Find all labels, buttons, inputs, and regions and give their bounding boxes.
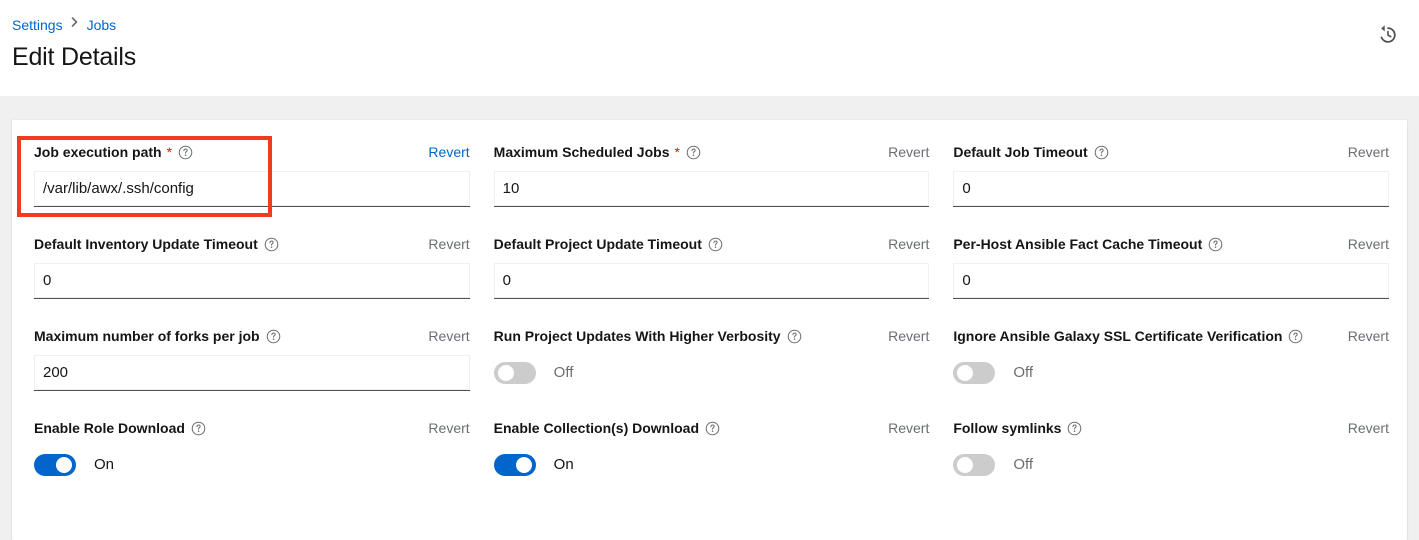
field-header: Maximum number of forks per job Revert	[34, 326, 470, 346]
field-label: Maximum Scheduled Jobs	[494, 142, 670, 162]
page-header: Settings Jobs Edit Details	[0, 0, 1419, 96]
form-field-maximum-number-of-forks-per-job: Maximum number of forks per job Revert	[34, 326, 470, 418]
field-header: Job execution path * Revert	[34, 142, 470, 162]
form-field-default-inventory-update-timeout: Default Inventory Update Timeout Revert	[34, 234, 470, 326]
revert-button-follow-symlinks[interactable]: Revert	[1348, 418, 1389, 438]
toggle-switch-run-project-updates-with-higher-verbosity[interactable]	[494, 362, 536, 384]
text-input-default-inventory-update-timeout[interactable]	[34, 263, 470, 299]
toggle-row: Off	[953, 447, 1389, 483]
field-label: Maximum number of forks per job	[34, 326, 260, 346]
revert-button-run-project-updates-with-higher-verbosity[interactable]: Revert	[888, 326, 929, 346]
form-field-follow-symlinks: Follow symlinks Revert Off	[953, 418, 1389, 510]
toggle-knob	[957, 457, 973, 473]
page-title: Edit Details	[12, 41, 1403, 73]
toggle-switch-enable-role-download[interactable]	[34, 454, 76, 476]
toggle-knob	[498, 365, 514, 381]
toggle-row: On	[494, 447, 930, 483]
revert-button-default-inventory-update-timeout[interactable]: Revert	[428, 234, 469, 254]
history-icon[interactable]	[1375, 22, 1401, 48]
text-input-maximum-scheduled-jobs[interactable]	[494, 171, 930, 207]
toggle-state-label: Off	[1013, 455, 1033, 475]
form-field-ignore-ansible-galaxy-ssl-certificate-verification: Ignore Ansible Galaxy SSL Certificate Ve…	[953, 326, 1389, 418]
toggle-knob	[56, 457, 72, 473]
help-circle-icon[interactable]	[1067, 421, 1082, 436]
revert-button-default-job-timeout[interactable]: Revert	[1348, 142, 1389, 162]
field-header: Ignore Ansible Galaxy SSL Certificate Ve…	[953, 326, 1389, 346]
field-header: Per-Host Ansible Fact Cache Timeout Reve…	[953, 234, 1389, 254]
help-circle-icon[interactable]	[191, 421, 206, 436]
toggle-state-label: On	[94, 455, 114, 475]
toggle-state-label: Off	[1013, 363, 1033, 383]
toggle-state-label: Off	[554, 363, 574, 383]
revert-button-enable-collections-download[interactable]: Revert	[888, 418, 929, 438]
breadcrumb: Settings Jobs	[12, 16, 1403, 34]
field-label: Ignore Ansible Galaxy SSL Certificate Ve…	[953, 326, 1282, 346]
settings-card: Job execution path * Revert Maximum Sche…	[12, 120, 1407, 540]
required-indicator: *	[167, 142, 172, 162]
required-indicator: *	[674, 142, 679, 162]
field-header: Enable Role Download Revert	[34, 418, 470, 438]
form-field-run-project-updates-with-higher-verbosity: Run Project Updates With Higher Verbosit…	[494, 326, 930, 418]
toggle-row: Off	[953, 355, 1389, 391]
toggle-switch-follow-symlinks[interactable]	[953, 454, 995, 476]
toggle-row: Off	[494, 355, 930, 391]
toggle-switch-ignore-ansible-galaxy-ssl-certificate-verification[interactable]	[953, 362, 995, 384]
field-label: Default Job Timeout	[953, 142, 1087, 162]
revert-button-maximum-scheduled-jobs[interactable]: Revert	[888, 142, 929, 162]
text-input-default-job-timeout[interactable]	[953, 171, 1389, 207]
form-field-enable-collections-download: Enable Collection(s) Download Revert On	[494, 418, 930, 510]
toggle-knob	[957, 365, 973, 381]
revert-button-ignore-ansible-galaxy-ssl-certificate-verification[interactable]: Revert	[1348, 326, 1389, 346]
revert-button-maximum-number-of-forks-per-job[interactable]: Revert	[428, 326, 469, 346]
help-circle-icon[interactable]	[708, 237, 723, 252]
field-header: Default Project Update Timeout Revert	[494, 234, 930, 254]
text-input-default-project-update-timeout[interactable]	[494, 263, 930, 299]
help-circle-icon[interactable]	[264, 237, 279, 252]
field-label: Enable Collection(s) Download	[494, 418, 699, 438]
form-field-per-host-ansible-fact-cache-timeout: Per-Host Ansible Fact Cache Timeout Reve…	[953, 234, 1389, 326]
text-input-maximum-number-of-forks-per-job[interactable]	[34, 355, 470, 391]
help-circle-icon[interactable]	[178, 145, 193, 160]
field-header: Default Job Timeout Revert	[953, 142, 1389, 162]
text-input-job-execution-path[interactable]	[34, 171, 470, 207]
help-circle-icon[interactable]	[705, 421, 720, 436]
form-field-default-job-timeout: Default Job Timeout Revert	[953, 142, 1389, 234]
help-circle-icon[interactable]	[1094, 145, 1109, 160]
help-circle-icon[interactable]	[1208, 237, 1223, 252]
breadcrumb-item-settings[interactable]: Settings	[12, 16, 63, 34]
text-input-per-host-ansible-fact-cache-timeout[interactable]	[953, 263, 1389, 299]
form-field-maximum-scheduled-jobs: Maximum Scheduled Jobs * Revert	[494, 142, 930, 234]
form-field-enable-role-download: Enable Role Download Revert On	[34, 418, 470, 510]
form-field-job-execution-path: Job execution path * Revert	[34, 142, 470, 234]
field-header: Enable Collection(s) Download Revert	[494, 418, 930, 438]
field-header: Default Inventory Update Timeout Revert	[34, 234, 470, 254]
help-circle-icon[interactable]	[266, 329, 281, 344]
help-circle-icon[interactable]	[686, 145, 701, 160]
toggle-state-label: On	[554, 455, 574, 475]
breadcrumb-item-jobs[interactable]: Jobs	[87, 16, 117, 34]
revert-button-job-execution-path[interactable]: Revert	[428, 142, 469, 162]
field-header: Run Project Updates With Higher Verbosit…	[494, 326, 930, 346]
revert-button-per-host-ansible-fact-cache-timeout[interactable]: Revert	[1348, 234, 1389, 254]
field-label: Enable Role Download	[34, 418, 185, 438]
field-header: Maximum Scheduled Jobs * Revert	[494, 142, 930, 162]
field-label: Run Project Updates With Higher Verbosit…	[494, 326, 781, 346]
form-field-default-project-update-timeout: Default Project Update Timeout Revert	[494, 234, 930, 326]
field-label: Default Project Update Timeout	[494, 234, 702, 254]
revert-button-enable-role-download[interactable]: Revert	[428, 418, 469, 438]
field-label: Follow symlinks	[953, 418, 1061, 438]
toggle-knob	[516, 457, 532, 473]
field-label: Job execution path	[34, 142, 162, 162]
breadcrumb-separator-icon	[71, 16, 79, 34]
field-label: Per-Host Ansible Fact Cache Timeout	[953, 234, 1202, 254]
settings-form: Job execution path * Revert Maximum Sche…	[34, 142, 1389, 510]
content-area: Job execution path * Revert Maximum Sche…	[0, 96, 1419, 540]
help-circle-icon[interactable]	[787, 329, 802, 344]
toggle-row: On	[34, 447, 470, 483]
toggle-switch-enable-collections-download[interactable]	[494, 454, 536, 476]
help-circle-icon[interactable]	[1288, 329, 1303, 344]
revert-button-default-project-update-timeout[interactable]: Revert	[888, 234, 929, 254]
field-label: Default Inventory Update Timeout	[34, 234, 258, 254]
field-header: Follow symlinks Revert	[953, 418, 1389, 438]
